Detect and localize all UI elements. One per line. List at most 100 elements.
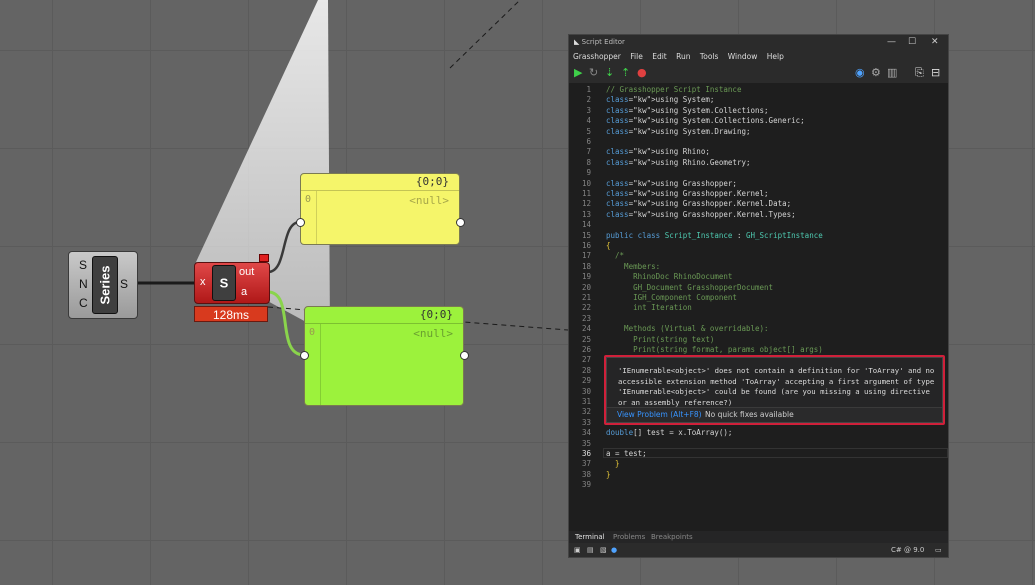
format-icon[interactable]: ▧ [600, 543, 607, 557]
title-bar[interactable]: ◣ Script Editor — ☐ ✕ [569, 35, 948, 50]
line-number: 16 [581, 241, 591, 250]
menu-help[interactable]: Help [767, 52, 784, 61]
line-number: 37 [581, 459, 591, 469]
code-line[interactable]: class="kw">using System; [606, 95, 714, 104]
output-panel-bottom[interactable]: {0;0} 0 <null> [304, 306, 464, 406]
step-over-icon[interactable]: ⇣ [605, 67, 614, 79]
panel-bottom-input-grip[interactable] [300, 351, 309, 360]
tab-breakpoints[interactable]: Breakpoints [651, 531, 693, 543]
line-number: 1 [586, 85, 591, 94]
profiler-timer: 128ms [194, 306, 268, 322]
language-indicator[interactable]: C# @ 9.0 [891, 543, 924, 557]
code-line[interactable]: Print(string format, params object[] arg… [606, 345, 823, 354]
step-into-icon[interactable]: ⇡ [621, 67, 630, 79]
line-number: 21 [581, 293, 591, 302]
series-output-s[interactable]: S [120, 277, 128, 291]
code-line[interactable]: } [606, 459, 620, 468]
debug-icon[interactable]: ↻ [589, 67, 598, 79]
panel-divider [320, 324, 321, 405]
minimize-icon[interactable]: — [887, 35, 896, 50]
line-number: 11 [581, 189, 591, 198]
code-line[interactable]: GH_Document GrasshopperDocument [606, 283, 773, 292]
view-icon[interactable]: ◉ [855, 67, 865, 79]
line-number: 19 [581, 272, 591, 282]
current-line-highlight [603, 448, 948, 458]
code-line[interactable]: class="kw">using Grasshopper; [606, 179, 737, 188]
code-line[interactable]: { [606, 241, 611, 250]
code-line[interactable]: IGH_Component Component [606, 293, 737, 302]
code-line[interactable]: class="kw">using Rhino.Geometry; [606, 158, 751, 167]
stop-icon[interactable]: ● [637, 67, 647, 79]
line-number: 2 [586, 95, 591, 105]
run-icon[interactable]: ▶ [574, 67, 582, 79]
menu-tools[interactable]: Tools [700, 52, 718, 61]
menu-window[interactable]: Window [728, 52, 758, 61]
output-panel-top[interactable]: {0;0} 0 <null> [300, 173, 460, 245]
code-line[interactable]: double[] test = x.ToArray(); [606, 428, 732, 437]
new-file-icon[interactable]: ▣ [574, 543, 581, 557]
menu-grasshopper[interactable]: Grasshopper [573, 52, 621, 61]
code-line[interactable]: int Iteration [606, 303, 692, 312]
code-line[interactable]: class="kw">using System.Drawing; [606, 127, 751, 136]
line-number: 17 [581, 251, 591, 261]
code-line[interactable]: Members: [606, 262, 660, 271]
script-output-out[interactable]: out [239, 266, 254, 278]
tab-terminal[interactable]: Terminal [575, 531, 605, 543]
code-line[interactable]: class="kw">using Grasshopper.Kernel; [606, 189, 769, 198]
line-number: 7 [586, 147, 591, 157]
script-output-a[interactable]: a [241, 286, 247, 298]
code-line[interactable]: class="kw">using System.Collections; [606, 106, 769, 115]
bottom-tabs: Terminal Problems Breakpoints [569, 531, 948, 543]
terminal-icon[interactable]: ▭ [935, 543, 942, 557]
line-number: 27 [581, 355, 591, 365]
line-number: 20 [581, 282, 591, 292]
line-number: 36 [581, 449, 591, 458]
panel-bottom-output-grip[interactable] [460, 351, 469, 360]
window-title-text: Script Editor [581, 38, 625, 46]
settings-icon[interactable]: ⚙ [871, 67, 881, 79]
status-bar: ▣ ▤ ▧ ● C# @ 9.0 ▭ [569, 543, 948, 557]
error-flag-icon [259, 254, 269, 262]
series-input-c[interactable]: C [79, 296, 88, 310]
globe-icon[interactable]: ● [611, 543, 617, 557]
panel-top-input-grip[interactable] [296, 218, 305, 227]
series-component[interactable]: S N C Series S [68, 251, 138, 319]
menu-run[interactable]: Run [676, 52, 690, 61]
series-input-s[interactable]: S [79, 258, 87, 272]
code-line[interactable]: public class Script_Instance : GH_Script… [606, 231, 823, 240]
code-editor[interactable]: 1 // Grasshopper Script Instance 2 class="k… [569, 83, 948, 531]
line-number: 13 [581, 209, 591, 219]
line-number: 29 [581, 376, 591, 386]
menu-edit[interactable]: Edit [652, 52, 667, 61]
line-number: 24 [581, 324, 591, 334]
script-editor-window[interactable]: ◣ Script Editor — ☐ ✕ Grasshopper File E… [568, 34, 949, 558]
line-number: 3 [586, 105, 591, 115]
highlight-annotation [604, 355, 945, 425]
code-line[interactable]: RhinoDoc RhinoDocument [606, 272, 732, 281]
code-line[interactable]: class="kw">using Grasshopper.Kernel.Data… [606, 199, 791, 208]
menu-file[interactable]: File [630, 52, 643, 61]
collapse-panel-icon[interactable]: ⎘ [915, 67, 924, 79]
script-input-x[interactable]: x [200, 276, 206, 288]
reference-icon[interactable]: ▥ [887, 67, 897, 79]
code-line[interactable]: class="kw">using Rhino; [606, 147, 710, 156]
line-number: 5 [586, 126, 591, 136]
code-line[interactable]: class="kw">using System.Collections.Gene… [606, 116, 805, 125]
expand-panel-icon[interactable]: ⊟ [931, 67, 940, 79]
save-icon[interactable]: ▤ [587, 543, 594, 557]
maximize-icon[interactable]: ☐ [908, 35, 916, 50]
code-line[interactable]: // Grasshopper Script Instance [606, 85, 741, 94]
series-input-n[interactable]: N [79, 277, 88, 291]
code-line[interactable]: Print(string text) [606, 335, 714, 344]
line-number: 33 [581, 417, 591, 427]
close-icon[interactable]: ✕ [931, 35, 939, 50]
code-line[interactable]: class="kw">using Grasshopper.Kernel.Type… [606, 210, 796, 219]
code-line[interactable]: Methods (Virtual & overridable): [606, 324, 769, 333]
code-line[interactable]: } [606, 470, 611, 479]
tab-problems[interactable]: Problems [613, 531, 645, 543]
code-line[interactable]: /* [606, 251, 624, 260]
line-number: 34 [581, 428, 591, 438]
panel-top-output-grip[interactable] [456, 218, 465, 227]
csharp-script-component[interactable]: x S out a [194, 262, 270, 304]
code-line[interactable]: a = test; [606, 449, 647, 458]
